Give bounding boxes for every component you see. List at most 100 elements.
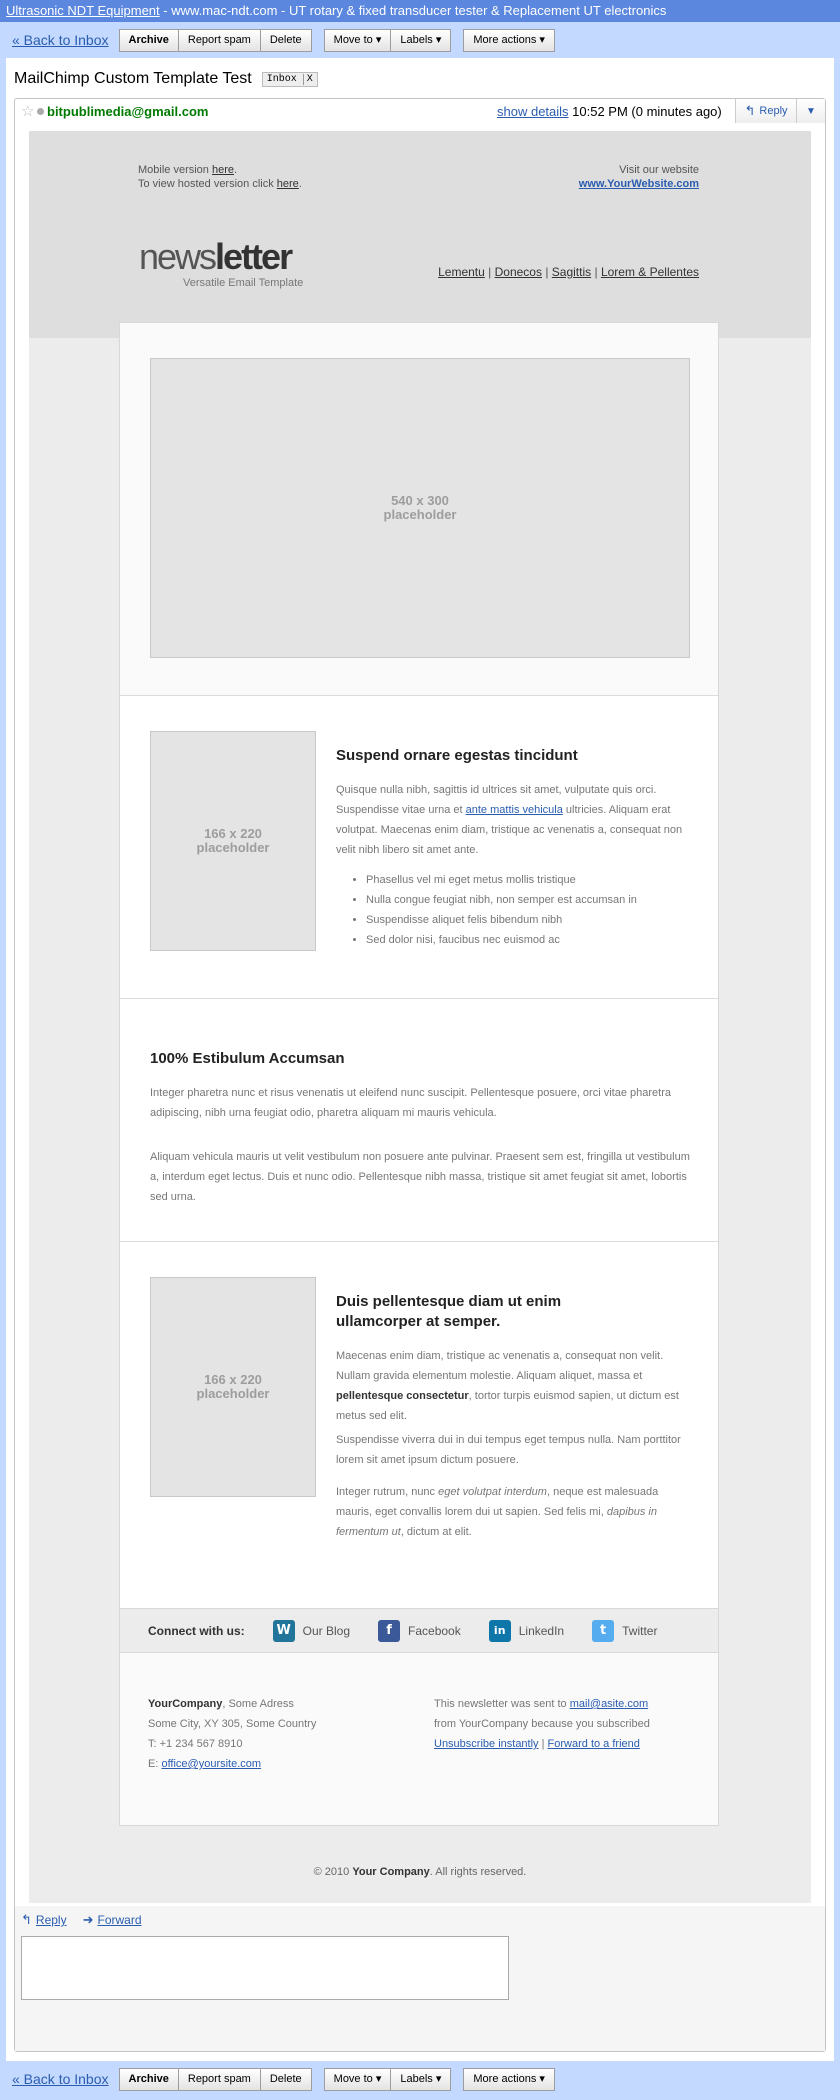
company-name: YourCompany [148, 1698, 223, 1710]
message-card: ☆ bitpublimedia@gmail.com show details 1… [14, 98, 826, 2052]
address-line-1: , Some Adress [222, 1698, 294, 1710]
copyright: © 2010 Your Company. All rights reserved… [29, 1866, 811, 1878]
show-details-link[interactable]: show details [497, 104, 569, 119]
forward-friend-link[interactable]: Forward to a friend [548, 1738, 640, 1750]
more-button-group: More actions ▾ [463, 28, 555, 52]
newsletter-body: Mobile version here. To view hosted vers… [29, 131, 811, 1903]
article-section-2: 100% Estibulum Accumsan Integer pharetra… [120, 999, 718, 1242]
report-spam-button[interactable]: Report spam [178, 2067, 261, 2091]
header-nav: Lementu | Donecos | Sagittis | Lorem & P… [438, 265, 699, 279]
social-link-twitter[interactable]: t Twitter [592, 1619, 658, 1642]
archive-button[interactable]: Archive [118, 2067, 179, 2091]
link-separator: | [538, 1738, 548, 1750]
unsubscribe-link[interactable]: Unsubscribe instantly [434, 1738, 539, 1750]
reply-button[interactable]: ↰ Reply [735, 99, 797, 123]
newsletter-footer: YourCompany, Some Adress Some City, XY 3… [120, 1654, 718, 1825]
top-toolbar: « Back to Inbox Archive Report spam Dele… [0, 22, 840, 58]
labels-button[interactable]: Labels ▾ [391, 2067, 452, 2091]
nav-link-lorem-pellentes[interactable]: Lorem & Pellentes [601, 265, 699, 279]
social-link-blog[interactable]: W Our Blog [272, 1619, 350, 1642]
message-frame: MailChimp Custom Template Test Inbox X ☆… [6, 58, 834, 2061]
presence-dot-icon [37, 108, 44, 115]
social-link-linkedin[interactable]: in LinkedIn [488, 1619, 565, 1642]
back-to-inbox-link[interactable]: « Back to Inbox [12, 32, 109, 48]
twitter-icon: t [592, 1619, 615, 1642]
mobile-version-text: Mobile version [138, 164, 212, 176]
newsletter-logo: newsletter Versatile Email Template [139, 239, 303, 290]
quick-forward-link[interactable]: ➜ Forward [83, 1912, 142, 1928]
placeholder-size: 166 x 220 [204, 826, 262, 841]
hero-placeholder-label: placeholder [383, 507, 457, 522]
action-button-group: Archive Report spam Delete [118, 28, 312, 52]
sender-email[interactable]: bitpublimedia@gmail.com [47, 104, 208, 119]
move-to-button[interactable]: Move to ▾ [323, 28, 392, 52]
logo-tagline: Versatile Email Template [183, 277, 304, 289]
recipient-email-link[interactable]: mail@asite.com [570, 1698, 648, 1710]
list-item: Nulla congue feugiat nibh, non semper es… [366, 890, 696, 910]
inbox-label-tag: Inbox X [261, 71, 318, 87]
article-3-paragraph-1: Maecenas enim diam, tristique ac venenat… [336, 1346, 692, 1426]
company-email-link[interactable]: office@yoursite.com [161, 1758, 261, 1770]
social-label: Twitter [622, 1623, 658, 1638]
labels-button[interactable]: Labels ▾ [391, 28, 452, 52]
report-spam-button[interactable]: Report spam [178, 28, 261, 52]
article-3-text-e: , dictum at elit. [400, 1526, 472, 1538]
message-header: ☆ bitpublimedia@gmail.com show details 1… [15, 99, 825, 125]
quick-reply-textbox[interactable] [21, 1936, 509, 2000]
article-3-italic-text: eget volutpat interdum [438, 1486, 547, 1498]
move-to-button[interactable]: Move to ▾ [323, 2067, 392, 2091]
social-link-facebook[interactable]: f Facebook [378, 1619, 461, 1642]
more-actions-button[interactable]: More actions ▾ [463, 2067, 555, 2091]
article-1-title: Suspend ornare egestas tincidunt [336, 747, 578, 764]
subscription-info: This newsletter was sent to mail@asite.c… [434, 1694, 704, 1754]
hero-image-placeholder: 540 x 300 placeholder [150, 358, 690, 658]
copyright-suffix: . All rights reserved. [429, 1866, 527, 1878]
forward-arrow-icon: ➜ [82, 1912, 94, 1927]
nav-link-sagittis[interactable]: Sagittis [552, 265, 591, 279]
company-address: YourCompany, Some Adress Some City, XY 3… [148, 1694, 408, 1774]
quick-forward-label: Forward [97, 1913, 142, 1927]
article-1-inline-link[interactable]: ante mattis vehicula [466, 804, 563, 816]
delete-button[interactable]: Delete [260, 2067, 312, 2091]
article-3-text-c: Integer rutrum, nunc [336, 1486, 439, 1498]
copyright-company: Your Company [352, 1866, 430, 1878]
email-prefix: E: [148, 1758, 162, 1770]
label-button-group: Move to ▾ Labels ▾ [323, 2067, 452, 2091]
article-3-text-a: Maecenas enim diam, tristique ac venenat… [336, 1350, 664, 1382]
linkedin-icon: in [488, 1619, 511, 1642]
back-to-inbox-link[interactable]: « Back to Inbox [12, 2071, 109, 2087]
message-meta: show details 10:52 PM (0 minutes ago) [497, 104, 722, 119]
hosted-version-link[interactable]: here [277, 178, 299, 190]
more-button-group: More actions ▾ [463, 2067, 555, 2091]
newsletter-content: 540 x 300 placeholder 166 x 220 placeholde… [119, 322, 719, 1826]
visit-website-text: Visit our website [619, 164, 699, 176]
bottom-toolbar: « Back to Inbox Archive Report spam Dele… [0, 2061, 840, 2097]
article-3-paragraph-2: Suspendisse viverra dui in dui tempus eg… [336, 1434, 681, 1466]
copyright-prefix: © 2010 [313, 1866, 353, 1878]
delete-button[interactable]: Delete [260, 28, 312, 52]
subject-row: MailChimp Custom Template Test Inbox X [14, 70, 318, 88]
ad-link[interactable]: Ultrasonic NDT Equipment [6, 3, 160, 18]
inbox-label-text[interactable]: Inbox [267, 74, 297, 85]
quick-reply-link[interactable]: ↰ Reply [21, 1912, 67, 1928]
remove-label-button[interactable]: X [302, 73, 313, 85]
archive-button[interactable]: Archive [118, 28, 179, 52]
newsletter-header: Mobile version here. To view hosted vers… [29, 131, 811, 338]
hosted-suffix: . [298, 178, 302, 190]
wordpress-icon: W [272, 1619, 295, 1642]
hero-section: 540 x 300 placeholder [120, 323, 718, 696]
nav-link-donecos[interactable]: Donecos [495, 265, 542, 279]
nav-link-lementu[interactable]: Lementu [438, 265, 485, 279]
reply-options-dropdown[interactable]: ▼ [797, 99, 825, 123]
reply-arrow-icon: ↰ [21, 1912, 32, 1927]
ad-bar: Ultrasonic NDT Equipment - www.mac-ndt.c… [0, 0, 840, 22]
mobile-version-link[interactable]: here [212, 164, 234, 176]
article-3-image-placeholder: 166 x 220 placeholder [150, 1277, 316, 1497]
nav-separator: | [484, 265, 495, 279]
more-actions-button[interactable]: More actions ▾ [463, 28, 555, 52]
website-link[interactable]: www.YourWebsite.com [579, 177, 699, 191]
star-icon[interactable]: ☆ [21, 102, 34, 120]
social-label: LinkedIn [518, 1623, 565, 1638]
action-button-group: Archive Report spam Delete [118, 2067, 312, 2091]
nav-separator: | [541, 265, 552, 279]
